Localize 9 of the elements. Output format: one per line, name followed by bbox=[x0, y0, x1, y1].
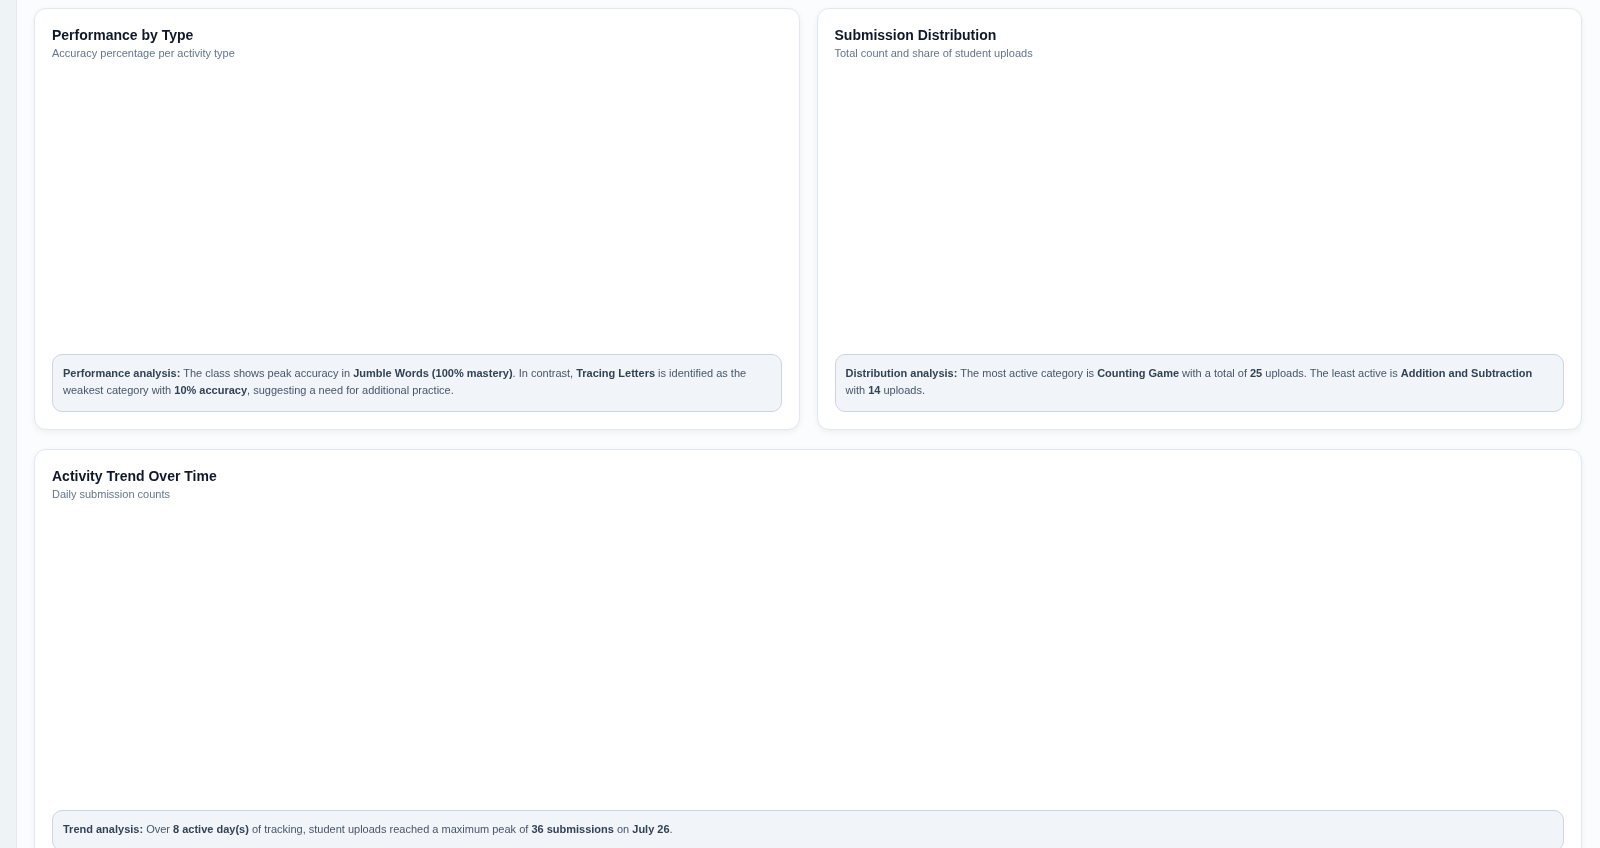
card-subtitle: Daily submission counts bbox=[52, 488, 171, 500]
analysis-note: Distribution analysis: The most active category is Counting Game with a total of 25 uploads. The least active is Addition and Subtraction with 14 uploads. bbox=[834, 354, 1564, 412]
analysis-note: Performance analysis: The class shows peak accuracy in Jumble Words (100% mastery). In contrast, Tracing Letters is identified as the weakest category with 10% accuracy, suggesting a need for additional practice. bbox=[52, 354, 782, 412]
card-subtitle: Total count and share of student uploads bbox=[834, 47, 1034, 59]
analysis-note: Trend analysis: Over 8 active day(s) of tracking, student uploads reached a maximum peak of 36 submissions on July 26. bbox=[52, 810, 1564, 848]
card-title: Activity Trend Over Time bbox=[52, 468, 218, 484]
card-title: Performance by Type bbox=[52, 27, 195, 43]
card-title: Submission Distribution bbox=[834, 27, 998, 43]
card-subtitle: Accuracy percentage per activity type bbox=[52, 47, 236, 59]
